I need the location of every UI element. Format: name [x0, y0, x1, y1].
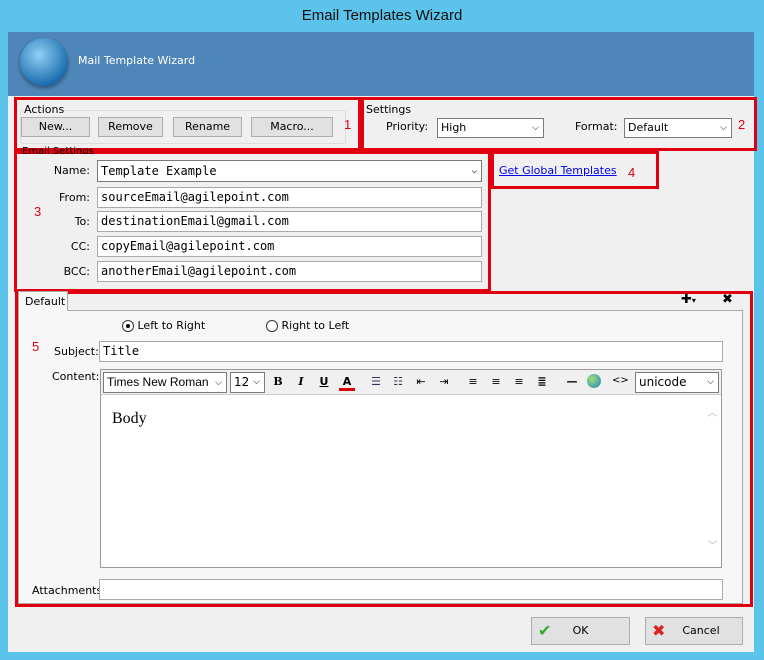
chevron-down-icon: ⌵ [532, 123, 539, 133]
rtl-label: Right to Left [281, 319, 350, 332]
ltr-label: Left to Right [137, 319, 206, 332]
header-title: Mail Template Wizard [78, 54, 196, 67]
email-settings-label: Email Settings [22, 146, 94, 154]
attachments-input[interactable] [99, 579, 723, 600]
priority-value: High [441, 121, 467, 134]
cancel-x-icon: ✖ [652, 621, 666, 640]
to-label: To: [74, 215, 90, 228]
ordered-list-icon[interactable]: ☰ [368, 375, 384, 388]
settings-label: Settings [366, 103, 412, 116]
format-label: Format: [575, 120, 618, 133]
content-editor[interactable] [100, 369, 722, 568]
radio-checked-icon [122, 320, 134, 332]
ok-label: OK [572, 624, 589, 637]
cancel-label: Cancel [682, 624, 720, 637]
rename-button[interactable]: Rename [173, 117, 242, 137]
chevron-down-icon: ⌵ [253, 377, 260, 387]
new-button[interactable]: New... [21, 117, 90, 137]
add-tab-icon[interactable]: ✚▾ [681, 292, 696, 307]
chevron-down-icon: ⌵ [215, 377, 222, 387]
window-title: Email Templates Wizard [301, 7, 463, 24]
chevron-down-icon: ⌵ [471, 166, 477, 176]
format-select[interactable]: Default ⌵ [624, 118, 732, 138]
align-center-icon[interactable]: ≡ [488, 375, 504, 388]
actions-label: Actions [23, 103, 66, 116]
size-value: 12 [234, 375, 250, 389]
subject-input[interactable]: Title [99, 341, 723, 362]
font-select[interactable]: Times New Roman ⌵ [103, 372, 227, 393]
remove-button[interactable]: Remove [98, 117, 163, 137]
horizontal-rule-icon[interactable]: — [564, 375, 580, 388]
font-value: Times New Roman [107, 375, 209, 389]
chevron-down-icon: ⌵ [720, 123, 727, 133]
underline-icon[interactable]: U [316, 375, 332, 388]
editor-scrollbar[interactable]: ︿ ﹀ [704, 404, 721, 556]
outdent-icon[interactable]: ⇤ [413, 375, 429, 388]
from-input[interactable]: sourceEmail@agilepoint.com [97, 187, 482, 208]
tab-default[interactable]: Default [18, 291, 68, 311]
encoding-select[interactable]: unicode ⌵ [635, 372, 719, 393]
align-right-icon[interactable]: ≡ [511, 375, 527, 388]
chevron-down-icon: ⌵ [707, 377, 714, 387]
get-global-templates-link[interactable]: Get Global Templates [499, 164, 617, 177]
source-code-icon[interactable]: <> [612, 375, 629, 386]
subject-label: Subject: [54, 345, 99, 358]
size-select[interactable]: 12 ⌵ [230, 372, 265, 393]
cc-label: CC: [70, 240, 90, 253]
unordered-list-icon[interactable]: ☷ [390, 375, 406, 388]
bcc-input[interactable]: anotherEmail@agilepoint.com [97, 261, 482, 282]
radio-unchecked-icon [266, 320, 278, 332]
name-label: Name: [53, 164, 90, 177]
scroll-up-icon[interactable]: ︿ [704, 404, 721, 419]
annotation-2: 2 [738, 117, 746, 132]
encoding-value: unicode [639, 375, 687, 389]
cc-input[interactable]: copyEmail@agilepoint.com [97, 236, 482, 257]
attachments-label: Attachments: [32, 584, 106, 597]
checkmark-icon: ✔ [538, 621, 552, 640]
content-label: Content: [52, 370, 100, 383]
wizard-logo-icon [20, 38, 68, 86]
annotation-4: 4 [628, 165, 636, 180]
priority-select[interactable]: High ⌵ [437, 118, 544, 138]
macro-button[interactable]: Macro... [251, 117, 333, 137]
priority-label: Priority: [386, 120, 429, 133]
annotation-1: 1 [344, 117, 352, 132]
editor-body[interactable]: Body [112, 410, 147, 428]
bold-icon[interactable]: B [270, 375, 286, 388]
align-left-icon[interactable]: ≡ [465, 375, 481, 388]
indent-icon[interactable]: ⇥ [436, 375, 452, 388]
annotation-5: 5 [32, 339, 40, 354]
close-tab-icon[interactable]: ✖ [722, 292, 733, 307]
ok-button[interactable]: ✔ OK [531, 617, 630, 645]
scroll-down-icon[interactable]: ﹀ [704, 537, 721, 552]
cancel-button[interactable]: ✖ Cancel [645, 617, 743, 645]
from-label: From: [59, 191, 90, 204]
to-input[interactable]: destinationEmail@gmail.com [97, 211, 482, 232]
name-select[interactable]: Template Example ⌵ [97, 160, 482, 182]
justify-icon[interactable]: ≣ [534, 375, 550, 388]
ltr-radio[interactable]: Left to Right [122, 319, 205, 332]
insert-link-icon[interactable] [587, 374, 601, 388]
font-color-icon[interactable]: A [339, 375, 355, 391]
format-value: Default [628, 121, 669, 134]
bcc-label: BCC: [63, 265, 90, 278]
italic-icon[interactable]: I [293, 375, 309, 388]
rtl-radio[interactable]: Right to Left [266, 319, 349, 332]
name-value: Template Example [101, 164, 217, 178]
